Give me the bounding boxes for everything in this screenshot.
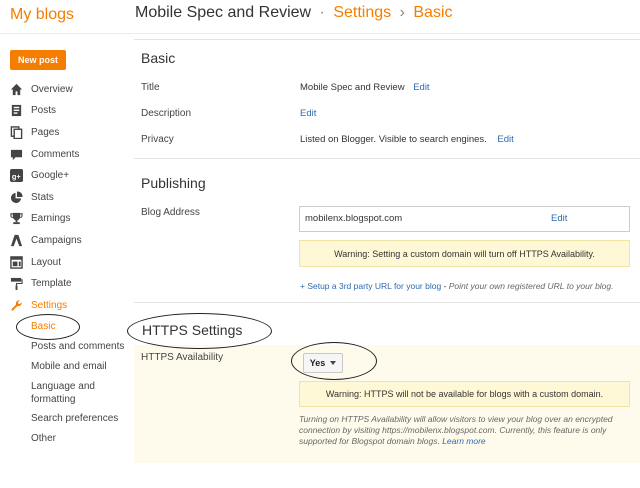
posts-icon (11, 104, 22, 116)
sidebar-item-campaigns[interactable]: Campaigns (10, 232, 82, 248)
trophy-icon (10, 212, 23, 224)
settings-sub-language-and-formatting-line2[interactable]: formatting (31, 393, 75, 406)
sidebar-item-label: Posts (31, 104, 57, 116)
sidebar-item-comments[interactable]: Comments (10, 146, 79, 162)
sidebar-item-label: Overview (31, 83, 73, 95)
pie-chart-icon (10, 190, 23, 203)
svg-text:g+: g+ (12, 171, 22, 180)
https-help-text: Turning on HTTPS Availability will allow… (299, 414, 634, 447)
blog-address-label: Blog Address (141, 207, 200, 218)
home-icon (10, 83, 23, 95)
publishing-heading: Publishing (141, 175, 206, 191)
breadcrumb-blog-name[interactable]: Mobile Spec and Review (135, 4, 311, 21)
privacy-edit-link[interactable]: Edit (497, 134, 513, 145)
sidebar-item-label: Pages (31, 126, 60, 138)
https-availability-value: Yes (309, 358, 326, 368)
sidebar-item-stats[interactable]: Stats (10, 189, 54, 205)
wrench-icon (11, 299, 22, 311)
sidebar-item-google-plus[interactable]: g+ Google+ (10, 167, 69, 183)
https-availability-dropdown[interactable]: Yes (303, 353, 343, 373)
setup-dash: - (441, 281, 449, 291)
breadcrumb-separator: · (319, 4, 325, 21)
sidebar-item-label: Template (31, 277, 72, 289)
paint-roller-icon (10, 277, 23, 290)
sidebar-item-template[interactable]: Template (10, 275, 72, 291)
pages-icon (10, 125, 23, 139)
sidebar-item-posts[interactable]: Posts (10, 102, 56, 118)
settings-sub-basic[interactable]: Basic (31, 320, 55, 333)
title-text: Mobile Spec and Review (300, 82, 405, 93)
privacy-label: Privacy (141, 134, 174, 145)
sidebar-item-pages[interactable]: Pages (10, 124, 59, 140)
comment-icon (10, 149, 23, 160)
section-divider (134, 158, 640, 159)
breadcrumb-settings[interactable]: Settings (333, 4, 391, 21)
description-edit-link[interactable]: Edit (300, 108, 316, 119)
settings-sub-search-preferences[interactable]: Search preferences (31, 412, 118, 425)
sidebar-item-label: Google+ (31, 169, 70, 181)
sidebar-item-overview[interactable]: Overview (10, 81, 73, 97)
https-availability-label: HTTPS Availability (141, 352, 224, 363)
breadcrumb-basic: Basic (413, 4, 453, 21)
settings-sub-other[interactable]: Other (31, 432, 56, 445)
privacy-text: Listed on Blogger. Visible to search eng… (300, 134, 487, 145)
custom-domain-warning: Warning: Setting a custom domain will tu… (299, 240, 630, 267)
https-warning: Warning: HTTPS will not be available for… (299, 381, 630, 407)
sidebar-item-settings[interactable]: Settings (10, 297, 67, 313)
settings-sub-language-and-formatting[interactable]: Language and (31, 380, 95, 393)
blog-address-edit-link[interactable]: Edit (551, 213, 567, 224)
sidebar-item-layout[interactable]: Layout (10, 254, 61, 270)
sidebar-item-label: Campaigns (31, 234, 82, 246)
setup-third-party-url: + Setup a 3rd party URL for your blog - … (300, 281, 614, 291)
https-settings-heading: HTTPS Settings (142, 322, 243, 338)
section-divider (134, 302, 640, 303)
settings-sub-posts-and-comments[interactable]: Posts and comments (31, 340, 124, 353)
settings-sub-mobile-and-email[interactable]: Mobile and email (31, 360, 107, 373)
setup-third-party-url-link[interactable]: + Setup a 3rd party URL for your blog (300, 281, 441, 291)
caret-down-icon (330, 361, 337, 365)
blog-address-value: mobilenx.blogspot.com (305, 213, 403, 224)
new-post-button[interactable]: New post (10, 50, 66, 70)
description-label: Description (141, 108, 192, 119)
basic-heading: Basic (141, 50, 176, 66)
sidebar-item-label: Earnings (31, 212, 71, 224)
sidebar-item-earnings[interactable]: Earnings (10, 210, 70, 226)
google-plus-icon: g+ (10, 168, 23, 182)
sidebar-item-label: Settings (31, 299, 68, 311)
my-blogs-link[interactable]: My blogs (10, 6, 74, 24)
learn-more-link[interactable]: Learn more (442, 436, 485, 446)
title-value: Mobile Spec and Review Edit (300, 82, 430, 93)
title-label: Title (141, 82, 160, 93)
breadcrumb-separator: › (399, 4, 405, 21)
sidebar-item-label: Comments (31, 148, 80, 160)
sidebar-item-label: Stats (31, 191, 54, 203)
title-edit-link[interactable]: Edit (413, 82, 429, 93)
layout-icon (10, 255, 23, 269)
privacy-value: Listed on Blogger. Visible to search eng… (300, 134, 514, 145)
header-divider (0, 33, 640, 34)
breadcrumb: Mobile Spec and Review · Settings › Basi… (135, 4, 453, 22)
campaigns-icon (10, 234, 23, 246)
section-divider (134, 39, 640, 40)
setup-hint: Point your own registered URL to your bl… (448, 281, 614, 291)
sidebar-item-label: Layout (31, 256, 62, 268)
